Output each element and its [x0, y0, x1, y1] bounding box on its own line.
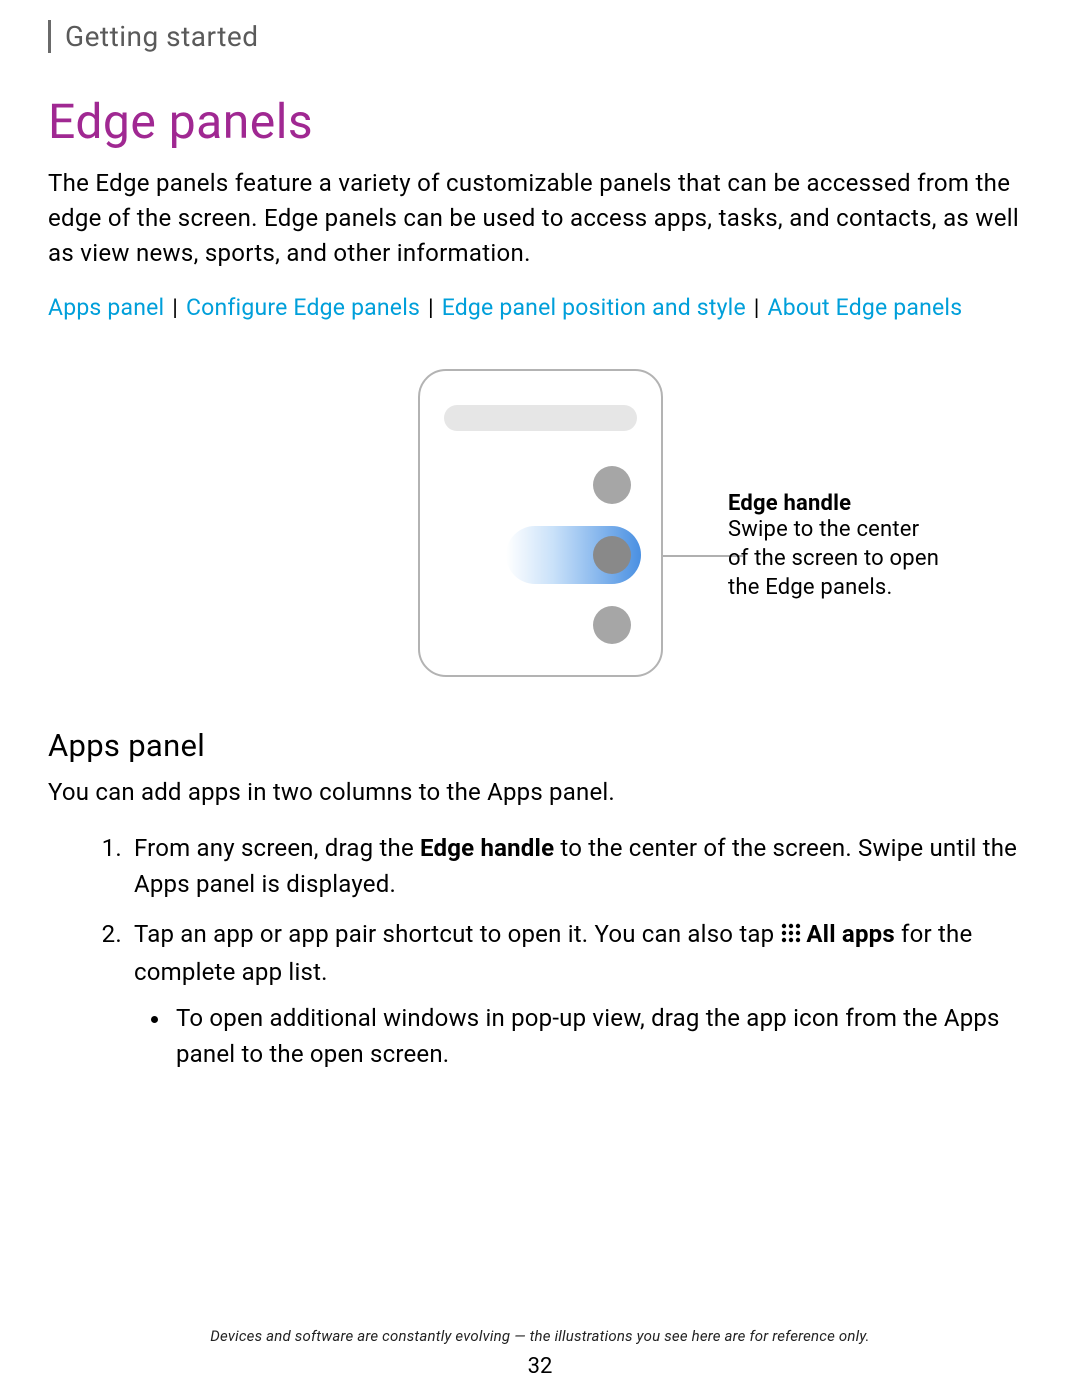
app-dot-icon: [593, 466, 631, 504]
steps-list: From any screen, drag the Edge handle to…: [48, 830, 1032, 1072]
all-apps-icon: [780, 918, 802, 954]
breadcrumb: Getting started: [48, 20, 1032, 53]
step-item: Tap an app or app pair shortcut to open …: [128, 916, 1032, 1072]
step-bold: All apps: [806, 920, 895, 948]
link-separator: |: [748, 294, 766, 321]
section-heading-apps-panel: Apps panel: [48, 727, 1032, 764]
link-configure-edge-panels[interactable]: Configure Edge panels: [186, 294, 420, 321]
link-edge-panel-position[interactable]: Edge panel position and style: [442, 294, 746, 321]
phone-outline: [418, 369, 663, 677]
app-dot-icon: [593, 536, 631, 574]
apps-panel-intro: You can add apps in two columns to the A…: [48, 776, 1032, 810]
link-separator: |: [166, 294, 184, 321]
footer-note: Devices and software are constantly evol…: [0, 1327, 1080, 1345]
step-text: From any screen, drag the: [134, 834, 420, 862]
callout-title: Edge handle: [728, 491, 943, 516]
illustration: Edge handle Swipe to the center of the s…: [48, 369, 1032, 677]
step-bold: Edge handle: [420, 834, 554, 862]
page-title: Edge panels: [48, 93, 1032, 150]
phone-status-pill: [444, 405, 637, 431]
intro-paragraph: The Edge panels feature a variety of cus…: [48, 166, 1032, 270]
link-about-edge-panels[interactable]: About Edge panels: [768, 294, 963, 321]
callout: Edge handle Swipe to the center of the s…: [728, 491, 943, 602]
sub-bullets: To open additional windows in pop-up vie…: [134, 1000, 1032, 1072]
link-separator: |: [422, 294, 440, 321]
step-item: From any screen, drag the Edge handle to…: [128, 830, 1032, 902]
page-number: 32: [0, 1354, 1080, 1379]
step-text: Tap an app or app pair shortcut to open …: [134, 920, 774, 948]
links-row: Apps panel | Configure Edge panels | Edg…: [48, 294, 1032, 321]
bullet-item: To open additional windows in pop-up vie…: [172, 1000, 1032, 1072]
app-dot-icon: [593, 606, 631, 644]
callout-text: Swipe to the center of the screen to ope…: [728, 516, 943, 602]
link-apps-panel[interactable]: Apps panel: [48, 294, 164, 321]
